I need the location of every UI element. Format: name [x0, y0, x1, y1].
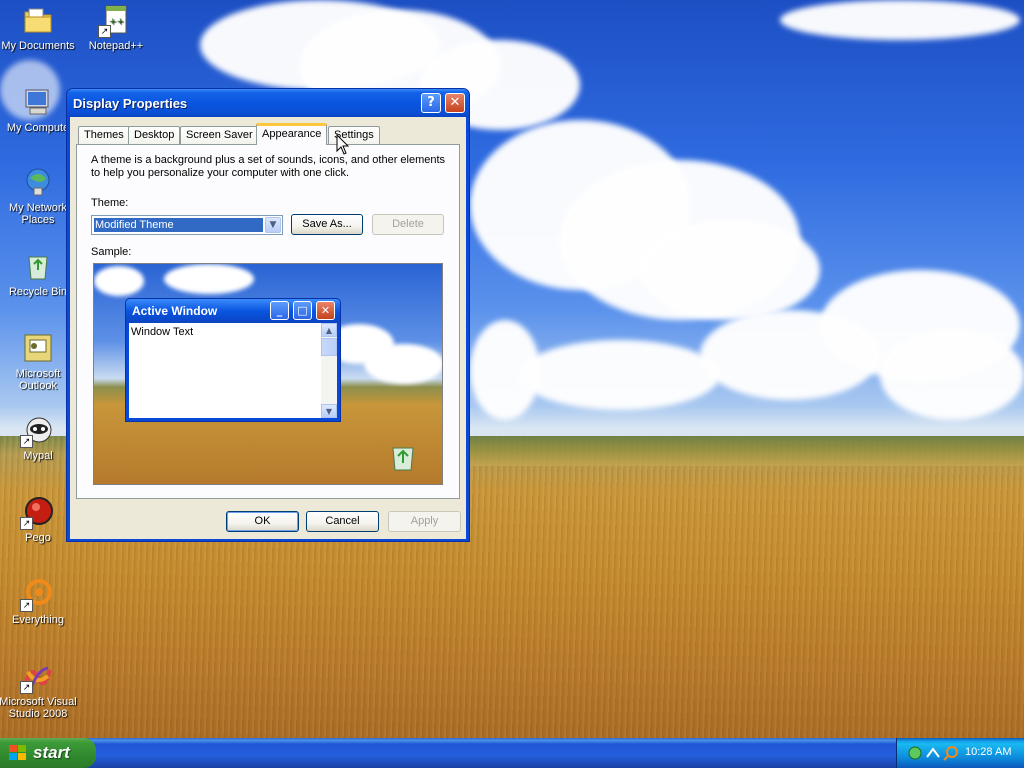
help-button[interactable]: ? — [421, 93, 441, 113]
scroll-down-icon: ▼ — [321, 404, 337, 418]
recycle-bin-icon — [389, 442, 417, 474]
desktop-icon-visual-studio[interactable]: ↗ Microsoft Visual Studio 2008 — [0, 660, 78, 720]
close-button[interactable]: ✕ — [445, 93, 465, 113]
visual-studio-icon: ↗ — [20, 660, 54, 694]
my-documents-icon — [22, 4, 54, 36]
desktop-icon-my-documents[interactable]: My Documents — [0, 4, 78, 52]
shortcut-arrow-icon: ↗ — [20, 517, 33, 530]
apply-button[interactable]: Apply — [388, 511, 461, 532]
tab-themes[interactable]: Themes — [78, 126, 130, 144]
network-places-icon — [22, 166, 54, 198]
close-icon: ✕ — [316, 301, 335, 320]
mouse-cursor-icon — [336, 133, 350, 156]
tab-appearance[interactable]: Appearance — [256, 123, 328, 145]
everything-icon: ↗ — [20, 578, 54, 612]
title-bar[interactable]: Display Properties ? ✕ — [67, 89, 469, 117]
tray-connection-icon[interactable] — [925, 745, 941, 761]
clock[interactable]: 10:28 AM — [965, 746, 1011, 758]
windows-logo-icon — [9, 745, 27, 761]
save-as-button[interactable]: Save As... — [291, 214, 363, 235]
tab-screen-saver[interactable]: Screen Saver — [180, 126, 259, 144]
my-computer-icon — [22, 86, 54, 118]
outlook-icon — [22, 332, 54, 364]
delete-button[interactable]: Delete — [372, 214, 444, 235]
ok-button[interactable]: OK — [226, 511, 299, 532]
chevron-down-icon[interactable]: ▼ — [265, 217, 281, 233]
tab-panel: A theme is a background plus a set of so… — [76, 144, 460, 499]
sample-active-window: Active Window _ □ ✕ Window Text ▲ ▼ — [125, 298, 341, 422]
taskbar: start 10:28 AM — [0, 738, 1024, 768]
tray-search-icon[interactable] — [943, 745, 959, 761]
tray-network-icon[interactable] — [907, 745, 923, 761]
desktop-icon-label: Microsoft Visual Studio 2008 — [0, 696, 77, 720]
desktop-icon-label: Everything — [12, 614, 64, 626]
theme-label: Theme: — [91, 197, 129, 209]
system-tray: 10:28 AM — [896, 738, 1024, 768]
scroll-up-icon: ▲ — [321, 323, 337, 337]
shortcut-arrow-icon: ↗ — [98, 25, 111, 38]
cancel-button[interactable]: Cancel — [306, 511, 379, 532]
recycle-bin-icon — [22, 250, 54, 282]
start-button[interactable]: start — [0, 738, 96, 768]
window-title: Display Properties — [73, 96, 188, 111]
display-properties-window: Display Properties ? ✕ Themes Desktop Sc… — [66, 88, 470, 542]
sample-scrollbar: ▲ ▼ — [321, 323, 337, 418]
desktop-icon-label: My Documents — [1, 40, 75, 52]
desktop-icon-everything[interactable]: ↗ Everything — [0, 578, 78, 626]
desktop-icon-label: Notepad++ — [88, 40, 144, 52]
sample-window-text: Window Text — [131, 326, 194, 338]
theme-dropdown-value: Modified Theme — [94, 218, 263, 232]
theme-dropdown[interactable]: Modified Theme ▼ — [91, 215, 283, 235]
window-client-area: Themes Desktop Screen Saver Appearance S… — [70, 117, 466, 539]
svg-text:++: ++ — [109, 17, 124, 27]
pego-icon: ↗ — [20, 496, 54, 530]
shortcut-arrow-icon: ↗ — [20, 599, 33, 612]
theme-description: A theme is a background plus a set of so… — [91, 154, 446, 179]
desktop-icon-notepad-plus-plus[interactable]: ++ ↗ Notepad++ — [76, 4, 156, 52]
sample-label: Sample: — [91, 246, 132, 258]
maximize-icon: □ — [293, 301, 312, 320]
shortcut-arrow-icon: ↗ — [20, 681, 33, 694]
notepad-plus-plus-icon: ++ ↗ — [98, 4, 132, 38]
minimize-icon: _ — [270, 301, 289, 320]
sample-window-title: Active Window — [132, 304, 218, 318]
theme-sample-preview: Active Window _ □ ✕ Window Text ▲ ▼ — [93, 263, 443, 485]
mypal-icon: ↗ — [20, 414, 54, 448]
start-label: start — [33, 743, 70, 762]
shortcut-arrow-icon: ↗ — [20, 435, 33, 448]
tab-desktop[interactable]: Desktop — [128, 126, 181, 144]
